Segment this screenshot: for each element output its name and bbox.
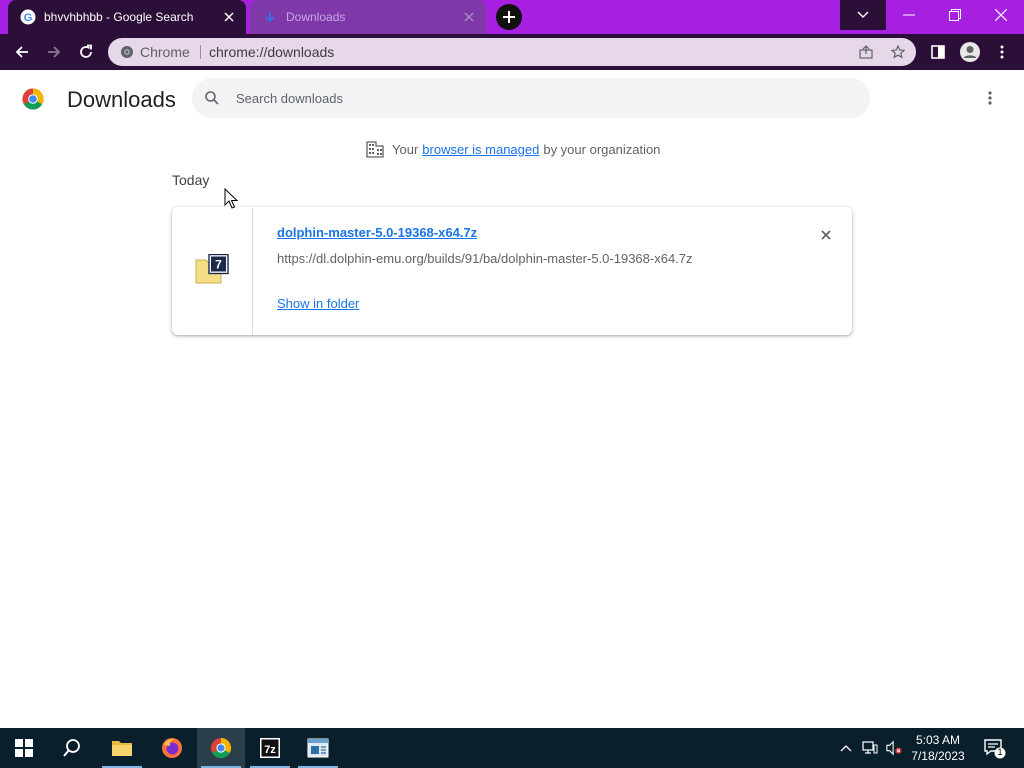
share-icon[interactable] (858, 44, 874, 60)
profile-button[interactable] (956, 38, 984, 66)
avatar-icon (960, 42, 980, 62)
downloads-favicon-icon (262, 9, 278, 25)
taskbar-app-window[interactable] (294, 728, 342, 768)
tab-title: Downloads (286, 10, 346, 24)
tab-strip: G bhvvhbhbb - Google Search Downloads (0, 0, 1024, 34)
search-icon (205, 91, 219, 105)
taskbar-file-explorer[interactable] (98, 728, 146, 768)
svg-text:G: G (24, 12, 33, 24)
show-in-folder-link[interactable]: Show in folder (277, 296, 359, 311)
tab-title: bhvvhbhbb - Google Search (44, 10, 194, 24)
reload-button[interactable] (72, 38, 100, 66)
svg-text:7z: 7z (264, 744, 276, 756)
downloads-menu-button[interactable] (980, 88, 1000, 108)
download-item-card: 7 dolphin-master-5.0-19368-x64.7z https:… (172, 207, 852, 335)
start-icon (15, 739, 33, 757)
chrome-logo-icon (22, 88, 44, 110)
action-center-button[interactable]: 1 (982, 736, 1006, 760)
url-text[interactable]: chrome://downloads (209, 44, 334, 60)
back-button[interactable] (8, 38, 36, 66)
page-title: Downloads (67, 87, 176, 112)
search-downloads-box[interactable] (192, 78, 870, 118)
show-hidden-icons-icon[interactable] (838, 740, 854, 756)
search-icon (63, 739, 80, 757)
browser-toolbar: Chrome chrome://downloads (0, 34, 1024, 70)
network-icon[interactable] (862, 740, 878, 756)
download-source-url: https://dl.dolphin-emu.org/builds/91/ba/… (277, 251, 693, 266)
arrow-left-icon (15, 46, 28, 58)
7zip-file-icon: 7 (195, 254, 229, 284)
restore-button[interactable] (932, 0, 978, 30)
chrome-icon (121, 46, 133, 58)
side-panel-icon (931, 45, 945, 59)
bookmark-star-icon[interactable] (890, 44, 906, 60)
start-button[interactable] (0, 728, 48, 768)
remove-download-button[interactable] (816, 225, 836, 245)
system-clock[interactable]: 5:03 AM 7/18/2023 (904, 732, 972, 764)
minimize-icon (903, 14, 915, 16)
minimize-button[interactable] (886, 0, 932, 30)
google-icon: G (20, 9, 36, 25)
app-window-icon (307, 738, 329, 758)
chrome-icon (211, 737, 232, 759)
volume-muted-icon[interactable] (886, 740, 902, 756)
7zip-icon: 7z (260, 738, 280, 758)
plus-icon (503, 11, 515, 23)
date-section-label: Today (172, 172, 210, 188)
clock-time: 5:03 AM (915, 733, 961, 747)
forward-button[interactable] (40, 38, 68, 66)
kebab-menu-icon (988, 91, 992, 105)
kebab-menu-icon (1000, 45, 1004, 59)
search-input[interactable] (236, 78, 836, 118)
clock-date: 7/18/2023 (911, 749, 965, 763)
managed-notice: Your browser is managed by your organiza… (366, 140, 660, 158)
download-file-name-link[interactable]: dolphin-master-5.0-19368-x64.7z (277, 225, 477, 240)
reload-icon (80, 44, 92, 58)
tab-search-button[interactable] (840, 0, 886, 30)
tab-google-search[interactable]: G bhvvhbhbb - Google Search (8, 0, 246, 34)
taskbar-7zip[interactable]: 7z (246, 728, 294, 768)
taskbar-firefox[interactable] (148, 728, 196, 768)
restore-icon (949, 9, 961, 21)
building-icon (366, 141, 384, 158)
address-bar[interactable]: Chrome chrome://downloads (108, 38, 916, 66)
chevron-down-icon (857, 11, 869, 18)
divider (200, 45, 201, 59)
svg-text:7: 7 (215, 258, 222, 272)
site-info-chip[interactable]: Chrome (120, 44, 190, 60)
browser-menu-button[interactable] (988, 38, 1016, 66)
close-icon (821, 230, 831, 240)
managed-suffix: by your organization (543, 141, 661, 157)
tab-downloads[interactable]: Downloads (250, 0, 486, 34)
site-label: Chrome (140, 44, 190, 60)
mouse-cursor-icon (224, 188, 238, 209)
side-panel-button[interactable] (924, 38, 952, 66)
arrow-right-icon (48, 46, 61, 58)
file-explorer-icon (112, 741, 132, 756)
close-tab-icon[interactable] (462, 10, 476, 24)
file-icon-column: 7 (172, 207, 253, 335)
notification-count: 1 (997, 747, 1003, 757)
taskbar-search-button[interactable] (48, 728, 96, 768)
windows-taskbar: 7z 5:03 AM 7/18/2023 1 (0, 728, 1024, 768)
new-tab-button[interactable] (496, 4, 522, 30)
close-icon (995, 9, 1007, 21)
downloads-page: Downloads Your browser is managed by you… (0, 70, 1024, 728)
browser-managed-link[interactable]: browser is managed (422, 142, 539, 157)
close-window-button[interactable] (978, 0, 1024, 30)
firefox-icon (162, 738, 182, 758)
taskbar-chrome[interactable] (197, 728, 245, 768)
managed-prefix: Your (392, 141, 419, 157)
close-tab-icon[interactable] (222, 10, 236, 24)
